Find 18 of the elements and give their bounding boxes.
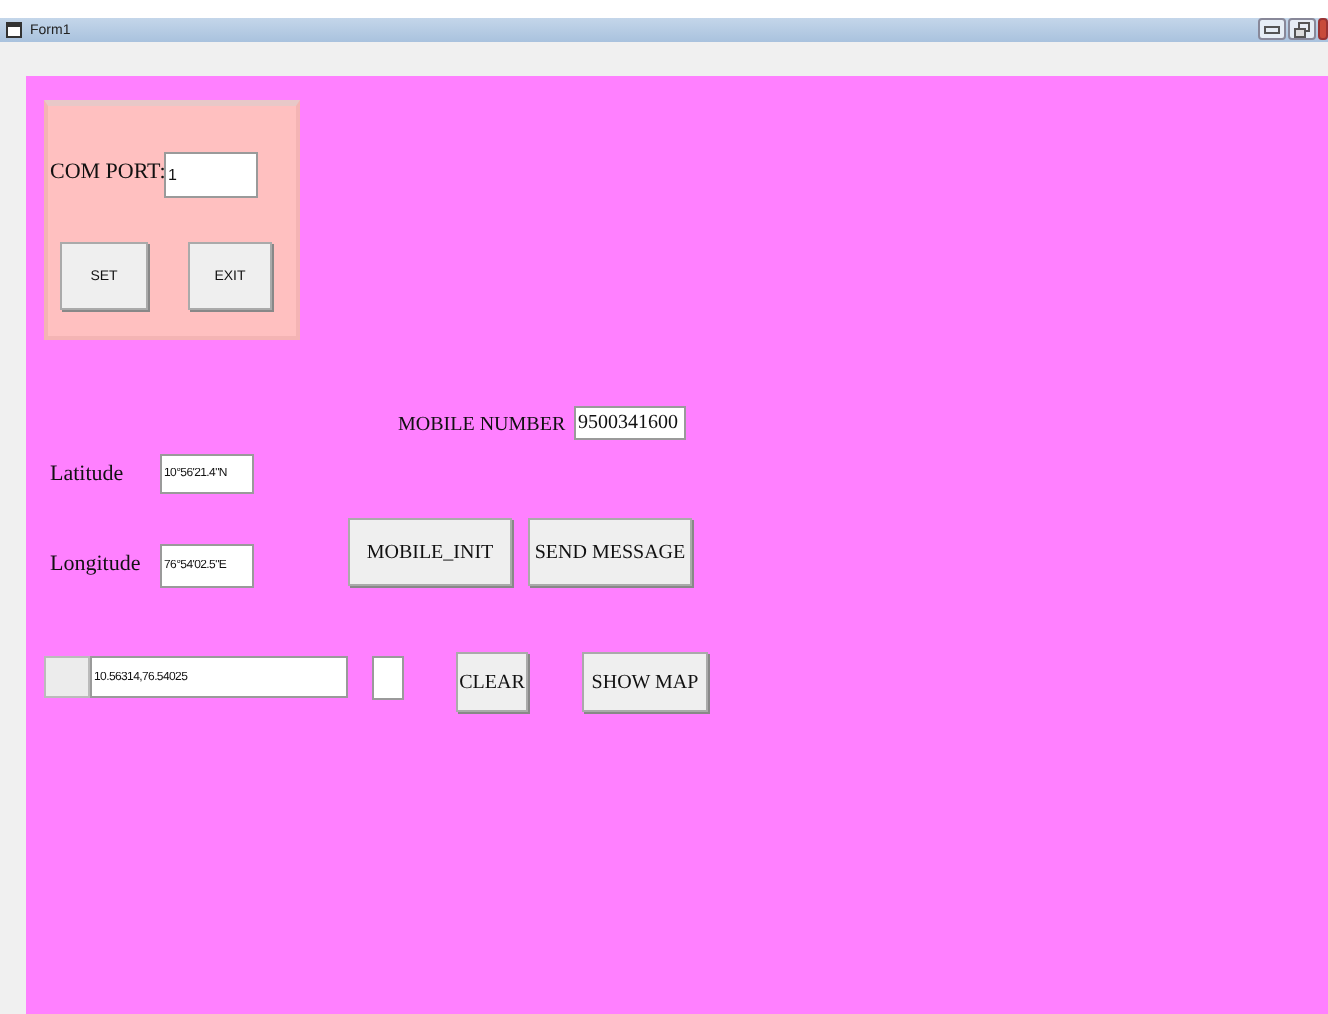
latitude-label: Latitude	[50, 462, 124, 486]
mobile-number-field[interactable]: 9500341600	[574, 406, 686, 440]
com-port-label: COM PORT:	[50, 160, 166, 184]
status-box	[44, 656, 90, 698]
longitude-label: Longitude	[50, 552, 141, 576]
minimize-button[interactable]	[1258, 18, 1286, 40]
restore-button[interactable]	[1288, 18, 1316, 40]
clear-button[interactable]: CLEAR	[456, 652, 528, 712]
close-button[interactable]	[1318, 18, 1328, 40]
restore-icon	[1294, 21, 1310, 37]
mobile-number-label: MOBILE NUMBER	[398, 414, 566, 436]
window-icon	[6, 22, 22, 38]
com-port-field[interactable]: 1	[164, 152, 258, 198]
send-message-button[interactable]: SEND MESSAGE	[528, 518, 692, 586]
minimize-icon	[1264, 25, 1280, 33]
mobile-init-button[interactable]: MOBILE_INIT	[348, 518, 512, 586]
small-field[interactable]	[372, 656, 404, 700]
show-map-button[interactable]: SHOW MAP	[582, 652, 708, 712]
